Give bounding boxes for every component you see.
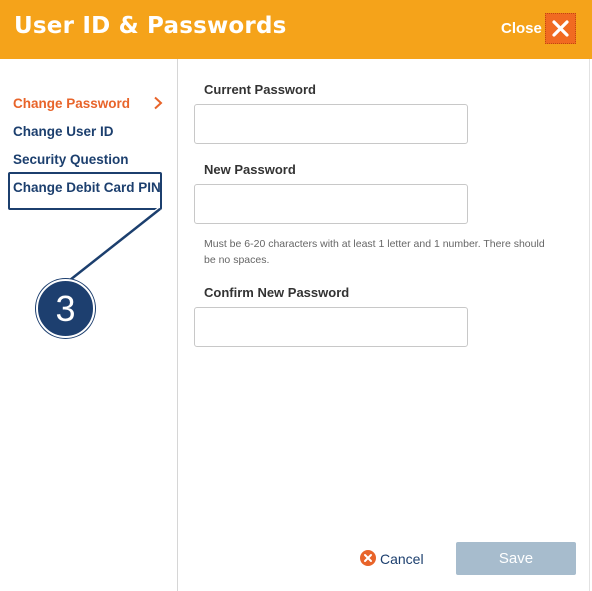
- close-button[interactable]: [545, 13, 576, 44]
- new-password-label: New Password: [204, 162, 296, 177]
- user-id-passwords-dialog: User ID & Passwords Close Change Passwor…: [0, 0, 592, 591]
- sidebar-item-change-user-id[interactable]: Change User ID: [13, 124, 114, 139]
- dialog-header: User ID & Passwords Close: [0, 0, 592, 59]
- save-button[interactable]: Save: [456, 542, 576, 575]
- callout-step-badge: 3: [36, 279, 95, 338]
- dialog-right-border: [589, 59, 590, 591]
- callout-highlight-box: [8, 172, 162, 210]
- sidebar-item-security-question[interactable]: Security Question: [13, 152, 129, 167]
- chevron-right-icon: [154, 96, 163, 110]
- new-password-input[interactable]: [194, 184, 468, 224]
- confirm-password-label: Confirm New Password: [204, 285, 350, 300]
- current-password-label: Current Password: [204, 82, 316, 97]
- confirm-password-input[interactable]: [194, 307, 468, 347]
- sidebar-item-change-password[interactable]: Change Password: [13, 96, 130, 111]
- cancel-label: Cancel: [380, 551, 424, 567]
- close-x-icon: [552, 20, 569, 37]
- sidebar-divider: [177, 59, 178, 591]
- close-link[interactable]: Close: [501, 20, 542, 37]
- password-requirements-hint: Must be 6-20 characters with at least 1 …: [204, 238, 545, 266]
- cancel-circle-x-icon: [360, 550, 376, 566]
- dialog-title: User ID & Passwords: [14, 13, 287, 39]
- current-password-input[interactable]: [194, 104, 468, 144]
